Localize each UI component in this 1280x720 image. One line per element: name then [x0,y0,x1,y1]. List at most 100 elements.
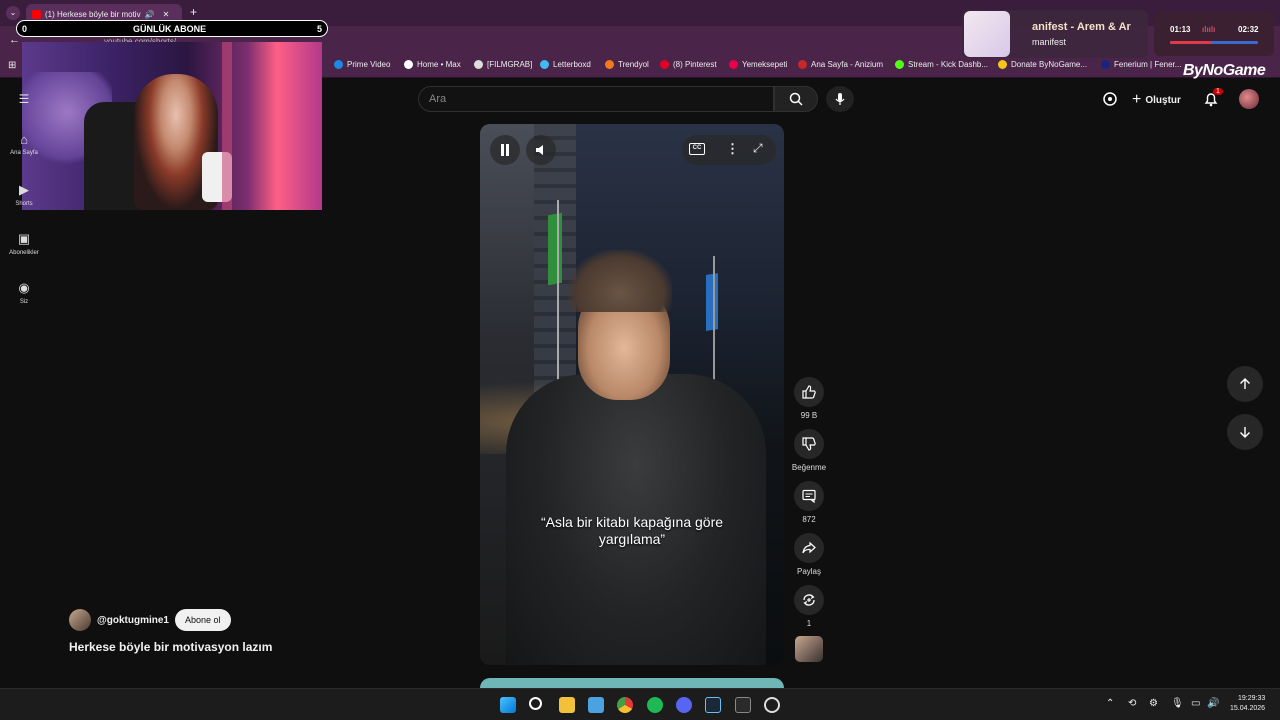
steam-icon[interactable] [705,697,721,713]
search-placeholder: Ara [429,93,447,105]
new-tab-button[interactable]: + [190,5,197,19]
pause-icon [501,144,509,156]
subscriptions-icon: ▣ [17,231,31,246]
bookmark-item[interactable]: (8) Pinterest [660,60,717,69]
speaker-icon[interactable]: 🔊 [145,10,155,19]
dislike-action[interactable]: Beğenme [789,429,829,472]
comments-action[interactable]: 872 [793,481,825,524]
volume-button[interactable] [526,135,556,165]
bookmark-item[interactable]: Yemeksepeti [729,60,788,69]
notification-badge: 1 [1213,88,1223,95]
youtube-favicon-icon [32,9,41,19]
like-count: 99 B [800,411,818,420]
bookmark-label: Fenerium | Fener... [1114,60,1182,69]
voice-search-button[interactable] [826,86,854,112]
obs-icon[interactable] [764,697,780,713]
pause-button[interactable] [490,135,520,165]
channel-info: @goktugmine1 Abone ol [69,609,231,631]
song-artist: manifest [1032,37,1067,47]
sidebar-item[interactable]: ⌂ Ana Sayfa [4,132,44,156]
share-action[interactable]: Paylaş [793,533,825,576]
sub-goal-max: 5 [316,23,322,34]
tray-mic-icon[interactable]: 🎙 [1171,698,1184,709]
clock-time[interactable]: 19:29:33 [1238,695,1265,702]
sidebar-item[interactable]: ▶ Shorts [4,182,44,207]
bookmark-label: Home • Max [417,60,461,69]
more-options-icon[interactable]: ⋮ [726,141,739,157]
avatar[interactable] [1239,89,1259,109]
sidebar-item-label: Abonelikler [9,250,39,256]
create-button[interactable]: + Oluştur [1132,91,1181,109]
bookmark-label: Yemeksepeti [742,60,788,69]
tray-volume-icon[interactable]: 🔊 [1207,698,1219,709]
search-input[interactable]: Ara [418,86,774,112]
windows-start-icon[interactable] [500,697,516,713]
remix-icon [803,594,815,606]
tab-title: (1) Herkese böyle bir motiv [45,9,141,19]
channel-avatar[interactable] [69,609,91,631]
cast-icon[interactable] [1102,91,1118,107]
channel-name[interactable]: @goktugmine1 [97,615,169,626]
sound-thumbnail[interactable] [795,636,823,662]
captions-cc-icon[interactable]: CC [689,143,705,155]
tray-chevron-icon[interactable]: ⌃ [1106,698,1114,709]
back-arrow-icon[interactable]: ← [9,34,20,46]
webcam-overlay [22,42,322,210]
bookmark-item[interactable]: Fenerium | Fener... [1101,60,1181,69]
bookmark-item[interactable]: Prime Video [334,60,390,69]
search-button[interactable] [774,86,818,112]
waveform-icon: ılıılı [1202,25,1216,34]
bookmark-item[interactable]: Donate ByNoGame... [998,60,1087,69]
subscribe-button[interactable]: Abone ol [174,609,231,631]
previous-video-button[interactable] [1227,366,1263,402]
time-total: 02:32 [1238,25,1259,34]
fullscreen-icon[interactable]: ⤢ [753,141,763,156]
remix-count: 1 [806,619,812,628]
next-video-button[interactable] [1227,414,1263,450]
video-caption: “Asla bir kitabı kapağına göre yargılama… [480,514,784,548]
discord-icon[interactable] [676,697,692,713]
search-taskbar-icon[interactable] [529,697,542,710]
song-timer-widget: 01:13 ılıılı 02:32 [1154,12,1274,56]
bookmark-favicon-icon [404,60,413,69]
volume-icon [536,145,543,155]
sidebar-item[interactable]: ▣ Abonelikler [4,231,44,256]
tray-settings-icon[interactable]: ⚙ [1149,698,1158,709]
time-current: 01:13 [1170,25,1191,34]
share-icon [802,541,816,554]
bookmark-item[interactable]: [FILMGRAB] [474,60,532,69]
bookmark-favicon-icon [1101,60,1110,69]
bookmark-label: Stream - Kick Dashb... [908,60,989,69]
bookmark-item[interactable]: Ana Sayfa - Anizium [798,60,883,69]
person-hair [568,250,672,312]
sidebar-menu-icon[interactable]: ☰ [4,92,44,106]
file-explorer-icon[interactable] [559,697,575,713]
bookmark-label: Donate ByNoGame... [1011,60,1088,69]
like-action[interactable]: 99 B [793,377,825,420]
shorts-video-player[interactable]: CC ⋮ ⤢ “Asla bir kitabı kapağına göre ya… [480,124,784,665]
shorts-icon: ▶ [19,182,29,197]
spotify-icon[interactable] [647,697,663,713]
bookmark-favicon-icon [334,60,343,69]
remix-action[interactable]: 1 [793,585,825,628]
apps-grid-icon[interactable]: ⊞ [8,60,16,71]
notifications-button[interactable]: 1 [1203,88,1223,109]
bookmark-item[interactable]: Home • Max [404,60,461,69]
bookmark-item[interactable]: Trendyol [605,60,649,69]
flag-blue [706,273,718,331]
bookmark-item[interactable]: Stream - Kick Dashb... [895,60,988,69]
caption-line-1: “Asla bir kitabı kapağına göre [540,514,724,530]
daily-subscriber-goal-bar: 0 GÜNLÜK ABONE 5 [16,20,328,37]
photos-icon[interactable] [588,697,604,713]
sidebar-item[interactable]: ◉ Siz [4,280,44,305]
tray-network-icon[interactable]: ▭ [1191,698,1200,709]
epic-games-icon[interactable] [735,697,751,713]
bookmark-favicon-icon [798,60,807,69]
tab-close-icon[interactable]: ✕ [163,10,170,19]
clock-date[interactable]: 15.04.2026 [1230,705,1265,712]
bookmark-item[interactable]: Letterboxd [540,60,591,69]
tab-list-chevron-icon[interactable]: ⌄ [6,6,20,20]
chrome-icon[interactable] [617,697,633,713]
tray-app-icon[interactable]: ⟲ [1128,698,1136,709]
bookmark-label: Prime Video [347,60,391,69]
